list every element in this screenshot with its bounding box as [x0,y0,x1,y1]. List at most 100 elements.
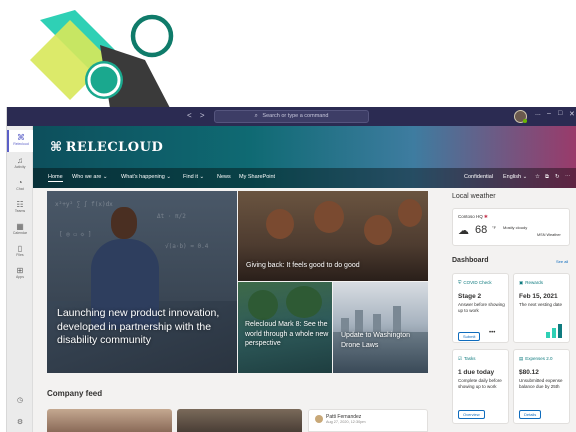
search-input[interactable]: ⌕ Search or type a command [214,110,369,123]
hero-headline-bottom-right: Update to Washington Drone Laws [341,332,411,349]
nav-who-we-are[interactable]: Who we are ⌄ [72,174,108,180]
submit-button[interactable]: Submit [458,332,481,341]
hero-tile-bottom-right[interactable]: Update to Washington Drone Laws [333,282,428,373]
history-arrows[interactable]: < > [187,111,208,120]
hero-tile-bottom-left[interactable]: Relecloud Mark 8: See the world through … [238,282,332,373]
calendar-icon: ▦ [16,222,24,231]
dashboard-card-rewards[interactable]: ▣ Rewards Feb 15, 2021 The next vesting d… [513,273,570,343]
shield-icon: ⛨ [458,280,462,285]
see-all-link[interactable]: See all [556,259,568,264]
details-button[interactable]: Details [519,410,542,419]
rail-item-apps[interactable]: ⊞ Apps [7,266,33,279]
card-header: ⛨ COVID Check [458,280,494,285]
rail-item-activity[interactable]: ♫ Activity [7,156,33,169]
dashboard-card-tasks[interactable]: ☑ Tasks 1 due today Complete daily before… [452,349,509,424]
feed-post-card[interactable]: Patti Fernandez Aug 27, 2020, 12:30pm [308,409,428,432]
weather-card[interactable]: Contoso HQ ✱ ☁ 68 °F Mostly cloudy MSN W… [452,208,570,246]
nav-home[interactable]: Home [48,174,63,182]
nav-label: Find it [183,174,198,180]
location-pin-icon: ✱ [484,214,488,219]
forest-image [248,290,278,320]
refresh-icon[interactable]: ↻ [555,174,560,180]
card-header-label: Tasks [464,356,476,361]
dashboard-card-covid[interactable]: ⛨ COVID Check Stage 2 Answer before showi… [452,273,509,343]
card-description: Unsubmitted expense balance due by 25th [519,378,563,389]
hero-tile-top-right[interactable]: Giving back: It feels good to do good [238,191,428,281]
nav-label: Who we are [72,174,102,180]
child-photo [314,201,344,233]
share-icon[interactable]: ⧉ [545,174,549,181]
dashboard-title: Dashboard [452,257,489,264]
rail-item-chat[interactable]: ◔ Chat [7,178,33,191]
rail-item-label: Apps [16,275,24,279]
weather-condition: Mostly cloudy [503,225,528,230]
card-header: ▤ Expenses 2.0 [519,356,555,362]
gift-icon: ▣ [519,280,524,285]
minimize-button[interactable]: – [547,110,551,117]
settings-icon[interactable]: ⚙ [7,418,33,426]
hero-news: x²+y² ∑ ∫ f(x)dx Δt · π/2 [ ◎ ▭ ◇ ] √(a·… [47,191,428,373]
rail-item-files[interactable]: ▯ Files [7,244,33,257]
bell-icon: ♫ [17,156,23,165]
close-button[interactable]: ✕ [569,110,575,118]
language-selector[interactable]: English ⌄ [503,174,527,180]
forest-image [286,286,322,318]
rail-item-label: Files [16,253,24,257]
weather-unit: °F [492,225,497,230]
post-date: Aug 27, 2020, 12:30pm [326,420,366,424]
nav-my-sharepoint[interactable]: My SharePoint [239,174,275,180]
screenshot-stage: < > ⌕ Search or type a command ... – □ ✕… [0,0,576,432]
help-icon[interactable]: ◷ [7,396,33,404]
more-icon[interactable]: ••• [489,330,495,336]
relecloud-icon: ⌘ [17,133,25,142]
search-icon: ⌕ [254,113,258,119]
dashboard-card-expenses[interactable]: ▤ Expenses 2.0 $80.12 Unsubmitted expense… [513,349,570,424]
rail-item-relecloud[interactable]: ⌘ Relecloud [7,130,33,152]
rail-item-calendar[interactable]: ▦ Calendar [7,222,33,235]
growth-illustration [546,324,562,338]
hero-tile-main[interactable]: x²+y² ∑ ∫ f(x)dx Δt · π/2 [ ◎ ▭ ◇ ] √(a·… [47,191,237,373]
site-nav: Home Who we are ⌄ What's happening ⌄ Fin… [33,168,576,188]
hero-headline-bottom-left: Relecloud Mark 8: See the world through … [245,321,329,347]
maximize-button[interactable]: □ [558,110,562,117]
card-description: Answer before showing up to work [458,302,505,313]
company-feed-title: Company feed [47,389,103,398]
classification-label: Confidential [464,174,494,180]
card-header-label: COVID Check [463,280,492,285]
overview-button[interactable]: Overview [458,410,485,419]
child-photo [364,215,392,245]
nav-find-it[interactable]: Find it ⌄ [183,174,204,180]
more-icon[interactable]: ⋯ [565,174,571,180]
nav-news[interactable]: News [217,174,231,180]
more-options-button[interactable]: ... [535,110,541,117]
feed-card-image[interactable] [177,409,302,432]
chat-icon: ◔ [17,178,23,187]
rail-item-label: Relecloud [13,142,29,146]
card-value: Feb 15, 2021 [519,293,558,300]
child-photo [266,209,294,239]
site-logo[interactable]: ⌘ RELECLOUD [50,140,163,155]
tasks-icon: ☑ [458,356,463,361]
person-image [111,207,137,239]
card-value: 1 due today [458,369,495,376]
title-bar: < > ⌕ Search or type a command ... – □ ✕ [7,107,576,126]
teams-icon: ☷ [16,200,24,209]
weather-temp: 68 [475,224,488,236]
weather-source: MSN Weather [537,233,561,237]
hero-headline-main: Launching new product innovation, develo… [57,307,220,346]
card-header-label: Rewards [525,280,544,285]
child-photo [398,199,422,227]
avatar[interactable] [514,110,527,123]
partly-cloudy-icon: ☁ [458,225,469,237]
rail-item-teams[interactable]: ☷ Teams [7,200,33,213]
search-placeholder: Search or type a command [262,113,329,119]
app-rail: ⌘ Relecloud ♫ Activity ◔ Chat ☷ Teams ▦ … [7,126,33,432]
card-value: $80.12 [519,369,539,376]
feed-card-image[interactable] [47,409,172,432]
chevron-down-icon: ⌄ [166,174,171,180]
nav-whats-happening[interactable]: What's happening ⌄ [121,174,171,180]
star-icon[interactable]: ☆ [535,174,540,180]
card-header-label: Expenses 2.0 [525,356,553,361]
card-description: Complete daily before showing up to work [458,378,502,389]
chevron-down-icon: ⌄ [102,174,108,180]
